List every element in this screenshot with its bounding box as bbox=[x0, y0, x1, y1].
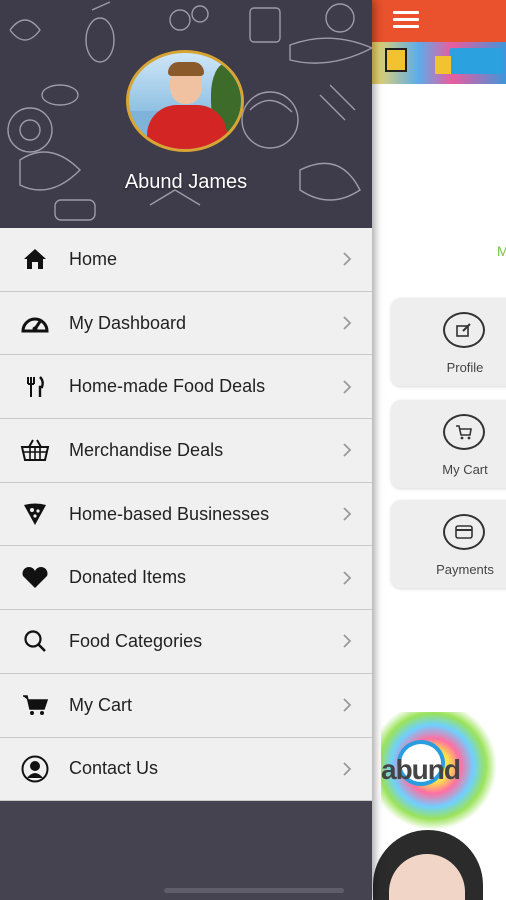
payments-card[interactable]: Payments bbox=[391, 500, 506, 588]
chevron-right-icon bbox=[343, 762, 352, 776]
drawer-header: Abund James bbox=[0, 0, 372, 228]
chevron-right-icon bbox=[343, 380, 352, 394]
menu-item-food-categories[interactable]: Food Categories bbox=[0, 610, 372, 674]
chevron-right-icon bbox=[343, 252, 352, 266]
menu-item-label: Home-based Businesses bbox=[69, 503, 270, 524]
profile-card[interactable]: Profile bbox=[391, 298, 506, 386]
avatar[interactable] bbox=[126, 50, 244, 152]
home-indicator[interactable] bbox=[164, 888, 344, 893]
menu-item-home[interactable]: Home bbox=[0, 228, 372, 292]
side-drawer: Abund James Home My Dashboard Home-made … bbox=[0, 0, 372, 900]
drawer-menu: Home My Dashboard Home-made Food Deals M… bbox=[0, 228, 372, 802]
home-icon bbox=[20, 245, 50, 273]
chevron-right-icon bbox=[343, 698, 352, 712]
chevron-right-icon bbox=[343, 507, 352, 521]
partial-heading: M bbox=[497, 243, 506, 259]
search-icon bbox=[20, 627, 50, 655]
brand-graphic: abund bbox=[371, 700, 506, 900]
chevron-right-icon bbox=[343, 316, 352, 330]
menu-item-label: Merchandise Deals bbox=[69, 439, 224, 460]
cart-icon bbox=[20, 691, 50, 719]
heart-icon bbox=[20, 564, 50, 592]
app-screen: M Profile My Cart Payments abund Abund J… bbox=[0, 0, 506, 900]
menu-item-my-cart[interactable]: My Cart bbox=[0, 673, 372, 738]
menu-item-label: Home-made Food Deals bbox=[69, 376, 266, 397]
card-label: Payments bbox=[436, 562, 494, 577]
card-icon bbox=[443, 514, 485, 550]
menu-item-donated-items[interactable]: Donated Items bbox=[0, 546, 372, 611]
menu-icon[interactable] bbox=[393, 11, 419, 31]
menu-item-label: My Dashboard bbox=[69, 312, 187, 333]
edit-icon bbox=[443, 312, 485, 348]
card-label: Profile bbox=[446, 360, 484, 375]
fork-knife-icon bbox=[20, 373, 50, 401]
menu-item-home-made-food[interactable]: Home-made Food Deals bbox=[0, 355, 372, 420]
main-content: M Profile My Cart Payments abund bbox=[371, 0, 506, 900]
menu-item-home-based-businesses[interactable]: Home-based Businesses bbox=[0, 482, 372, 547]
user-name: Abund James bbox=[124, 171, 248, 193]
menu-item-dashboard[interactable]: My Dashboard bbox=[0, 291, 372, 356]
person-image bbox=[373, 830, 483, 900]
dashboard-icon bbox=[20, 309, 50, 337]
banner-truck-image bbox=[435, 48, 503, 74]
menu-item-label: Home bbox=[69, 248, 118, 269]
pizza-slice-icon bbox=[20, 500, 50, 528]
my-cart-card[interactable]: My Cart bbox=[391, 400, 506, 488]
brand-logo: abund bbox=[381, 754, 461, 785]
banner-box-image bbox=[385, 48, 407, 72]
menu-item-label: Contact Us bbox=[69, 758, 159, 779]
user-circle-icon bbox=[20, 755, 50, 783]
chevron-right-icon bbox=[343, 634, 352, 649]
basket-icon bbox=[20, 436, 50, 464]
cart-icon bbox=[443, 414, 485, 450]
card-label: My Cart bbox=[442, 462, 488, 477]
menu-item-label: My Cart bbox=[69, 694, 132, 715]
top-bar bbox=[371, 0, 506, 42]
menu-item-merchandise[interactable]: Merchandise Deals bbox=[0, 419, 372, 483]
chevron-right-icon bbox=[343, 571, 352, 585]
menu-item-label: Donated Items bbox=[69, 567, 187, 588]
menu-item-contact-us[interactable]: Contact Us bbox=[0, 737, 372, 802]
chevron-right-icon bbox=[343, 443, 352, 458]
menu-item-label: Food Categories bbox=[69, 630, 203, 651]
